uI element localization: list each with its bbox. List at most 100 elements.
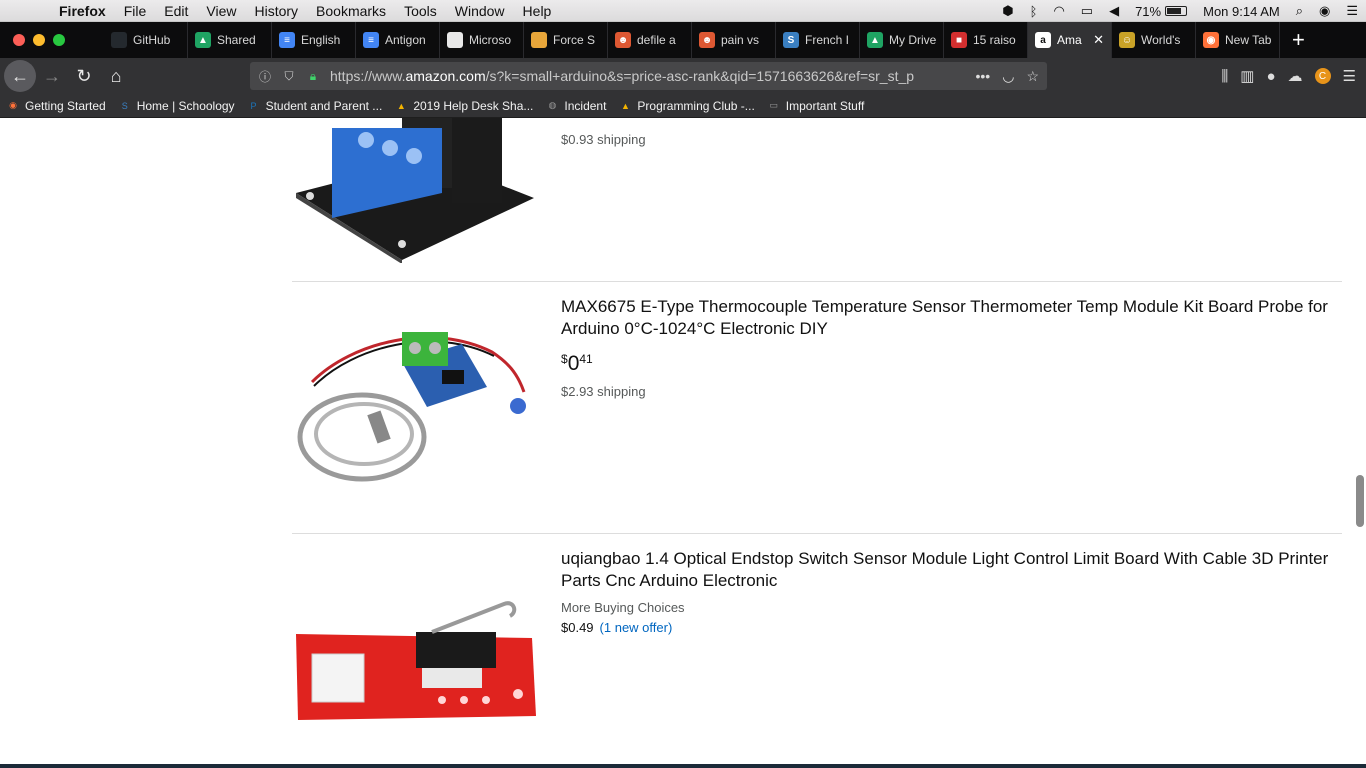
price-whole: 0 (567, 352, 580, 375)
tab-label: French I (805, 33, 850, 47)
bookmark-0[interactable]: ◉ Getting Started (0, 99, 112, 113)
tab-label: 15 raiso (973, 33, 1016, 47)
product-title-link[interactable]: MAX6675 E-Type Thermocouple Temperature … (561, 296, 1346, 340)
tab-3[interactable]: ≡ Antigon (356, 22, 440, 58)
status-area: ⬢ ᛒ ◠ ▭ ◀ 71% Mon 9:14 AM ⌕ ◉ ☰ (994, 0, 1366, 22)
tab-label: Ama (1057, 33, 1082, 47)
nav-bar: ← → ↻ ⌂ ⓘ ⛉ 🔒︎ https://www.amazon.com/s?… (0, 58, 1366, 94)
tab-favicon-icon: ▲ (195, 32, 211, 48)
forward-button[interactable]: → (36, 60, 68, 92)
bookmark-1[interactable]: S Home | Schoology (112, 99, 241, 113)
bookmark-2[interactable]: P Student and Parent ... (241, 99, 389, 113)
clock[interactable]: Mon 9:14 AM (1195, 4, 1288, 19)
tab-favicon-icon: ≡ (279, 32, 295, 48)
tab-favicon-icon: a (1035, 32, 1051, 48)
tab-favicon-icon: ◉ (1203, 32, 1219, 48)
info-icon[interactable]: ⓘ (256, 68, 274, 85)
tab-6[interactable]: ☻ defile a (608, 22, 692, 58)
offer-price: $0.49 (561, 620, 594, 635)
tab-favicon-icon (447, 32, 463, 48)
volume-icon[interactable]: ◀ (1101, 3, 1127, 19)
home-button[interactable]: ⌂ (100, 60, 132, 92)
wifi-icon[interactable]: ◠ (1045, 3, 1072, 19)
tab-13[interactable]: ◉ New Tab (1196, 22, 1280, 58)
menu-edit[interactable]: Edit (155, 3, 197, 19)
tab-favicon-icon: ☺ (1119, 32, 1135, 48)
menu-window[interactable]: Window (446, 3, 514, 19)
close-window-button[interactable] (13, 34, 25, 46)
tab-2[interactable]: ≡ English (272, 22, 356, 58)
reload-button[interactable]: ↻ (68, 60, 100, 92)
minimize-window-button[interactable] (33, 34, 45, 46)
bookmark-star-icon[interactable]: ☆ (1026, 68, 1039, 85)
url-bar[interactable]: ⓘ ⛉ 🔒︎ https://www.amazon.com/s?k=small+… (250, 62, 1047, 90)
spotlight-icon[interactable]: ⌕ (1288, 3, 1311, 19)
product-image-endstop[interactable] (292, 594, 538, 724)
profile-avatar[interactable]: C (1314, 68, 1331, 84)
menu-tools[interactable]: Tools (395, 3, 446, 19)
desktop-strip (0, 764, 1366, 768)
globe-icon: ◍ (548, 100, 557, 110)
product-divider (292, 281, 1342, 282)
bookmark-5[interactable]: ▲ Programming Club -... (612, 99, 760, 113)
menu-view[interactable]: View (197, 3, 245, 19)
tab-11[interactable]: a Ama ✕ (1028, 22, 1112, 58)
tab-10[interactable]: ■ 15 raiso (944, 22, 1028, 58)
tab-favicon-icon: S (783, 32, 799, 48)
tab-favicon-icon: ■ (951, 32, 967, 48)
tab-5[interactable]: Force S (524, 22, 608, 58)
tab-9[interactable]: ▲ My Drive (860, 22, 944, 58)
tab-12[interactable]: ☺ World's (1112, 22, 1196, 58)
url-text[interactable]: https://www.amazon.com/s?k=small+arduino… (330, 68, 950, 84)
tab-label: Microso (469, 33, 512, 47)
airplay-icon[interactable]: ▭ (1073, 3, 1101, 19)
product-image-relay[interactable] (292, 118, 538, 263)
tab-favicon-icon (111, 32, 127, 48)
product-title-link[interactable]: uqiangbao 1.4 Optical Endstop Switch Sen… (561, 548, 1346, 592)
dropbox-icon[interactable]: ⬢ (994, 3, 1021, 19)
tab-favicon-icon: ▲ (867, 32, 883, 48)
page-actions-icon[interactable]: ••• (976, 68, 991, 85)
url-path: /s?k=small+arduino&s=price-asc-rank&qid=… (485, 68, 915, 84)
bluetooth-icon[interactable]: ᛒ (1022, 4, 1046, 19)
menu-history[interactable]: History (245, 3, 307, 19)
price-fraction: 41 (579, 352, 593, 366)
new-offer-link[interactable]: (1 new offer) (600, 620, 673, 635)
account-icon[interactable]: ● (1266, 68, 1275, 85)
product-image-thermocouple[interactable] (292, 322, 538, 484)
menu-help[interactable]: Help (514, 3, 561, 19)
tab-7[interactable]: ☻ pain vs (692, 22, 776, 58)
tracking-shield-icon[interactable]: ⛉ (280, 69, 298, 84)
siri-icon[interactable]: ◉ (1311, 3, 1338, 19)
page-content: $0.93 shipping MAX6675 E-Type Thermocoup… (0, 118, 1366, 764)
bookmark-4[interactable]: ◍ Incident (539, 99, 612, 113)
tab-favicon-icon: ☻ (615, 32, 631, 48)
sidebar-icon[interactable]: ▥ (1240, 67, 1254, 85)
hamburger-menu-icon[interactable]: ☰ (1343, 67, 1356, 85)
close-tab-icon[interactable]: ✕ (1093, 32, 1104, 48)
menu-app-name[interactable]: Firefox (50, 3, 115, 19)
menu-bookmarks[interactable]: Bookmarks (307, 3, 395, 19)
tab-label: My Drive (889, 33, 936, 47)
battery-status[interactable]: 71% (1127, 4, 1195, 19)
library-icon[interactable]: ⫼ (1221, 68, 1228, 85)
extension-icon[interactable]: ☁ (1288, 67, 1303, 85)
menu-file[interactable]: File (115, 3, 156, 19)
notification-center-icon[interactable]: ☰ (1338, 3, 1366, 19)
bookmark-6[interactable]: ▭ Important Stuff (761, 99, 871, 113)
tab-strip: GitHub ▲ Shared ≡ English ≡ Antigon Microso Forc… (0, 22, 1366, 58)
page-scrollbar-thumb[interactable] (1356, 475, 1364, 527)
bookmark-3[interactable]: ▲ 2019 Help Desk Sha... (388, 99, 539, 113)
product-divider (292, 533, 1342, 534)
tab-4[interactable]: Microso (440, 22, 524, 58)
tab-1[interactable]: ▲ Shared (188, 22, 272, 58)
lock-icon[interactable]: 🔒︎ (304, 69, 322, 84)
tab-8[interactable]: S French I (776, 22, 860, 58)
bookmark-label: 2019 Help Desk Sha... (413, 98, 534, 113)
bookmarks-bar: ◉ Getting Started S Home | Schoology P Studen… (0, 94, 1366, 118)
pocket-icon[interactable]: ◡ (1002, 68, 1014, 85)
zoom-window-button[interactable] (53, 34, 65, 46)
back-button[interactable]: ← (4, 60, 36, 92)
new-tab-button[interactable]: + (1280, 27, 1305, 53)
tab-0[interactable]: GitHub (104, 22, 188, 58)
